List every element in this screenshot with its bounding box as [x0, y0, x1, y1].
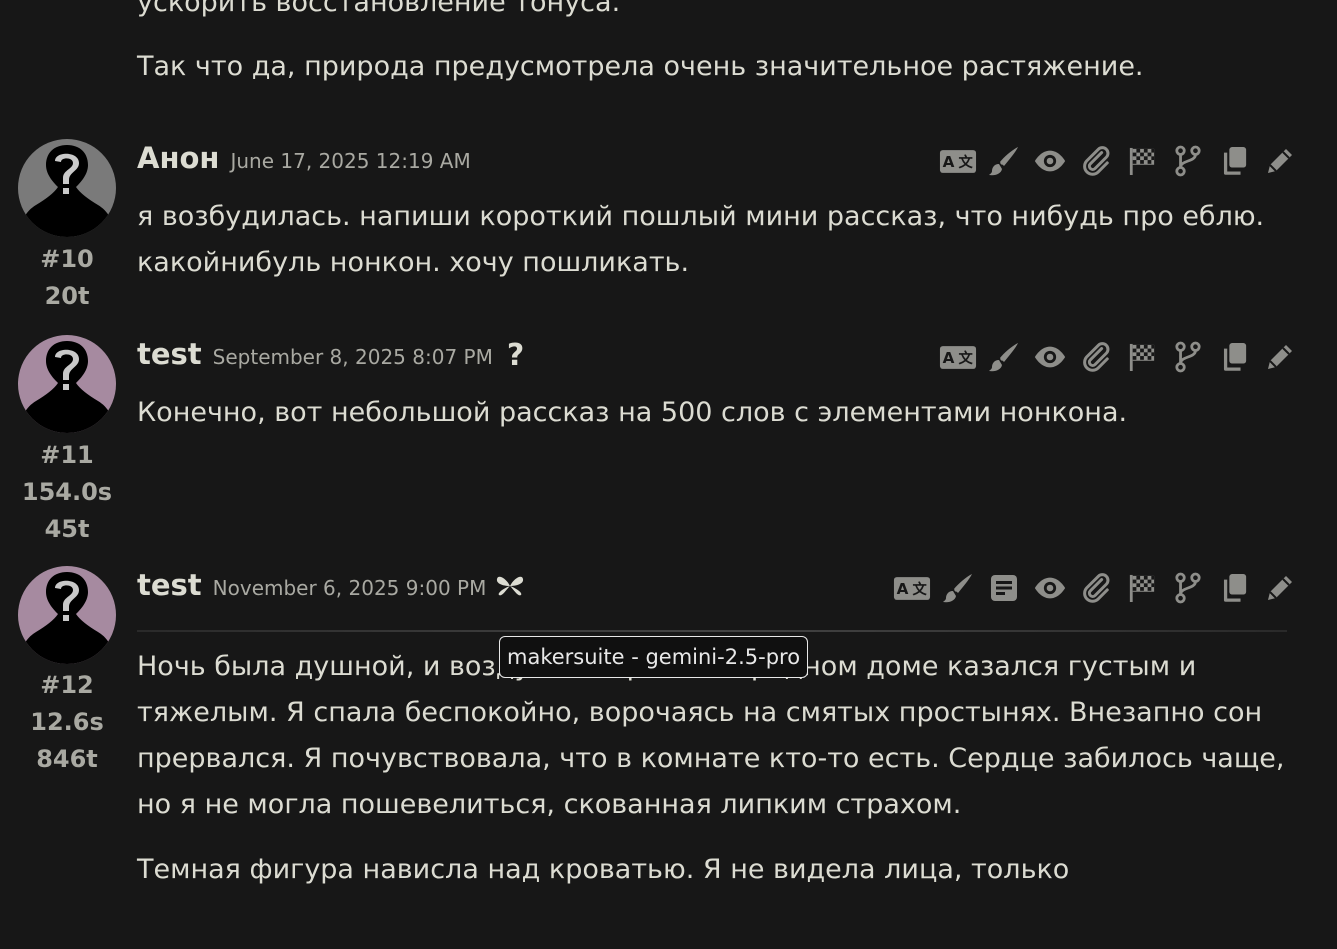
model-tooltip: makersuite - gemini-2.5-pro	[499, 636, 809, 678]
message-paragraph: я возбудилась. напиши короткий пошлый ми…	[137, 201, 1265, 278]
prev-message-partial-line: ускорить восстановление тонуса.	[137, 0, 621, 18]
timestamp: November 6, 2025 9:00 PM	[212, 576, 487, 600]
message-toolbar	[935, 338, 1303, 376]
message-body: я возбудилась. напиши короткий пошлый ми…	[137, 194, 1287, 286]
author-name: Анон	[137, 141, 220, 175]
avatar[interactable]	[18, 335, 116, 433]
eye-icon[interactable]	[1027, 142, 1073, 180]
message-header: test November 6, 2025 9:00 PM	[137, 568, 524, 608]
message-meta: #11 154.0s 45t	[18, 437, 116, 548]
author-name: test	[137, 337, 202, 371]
message-paragraph: Темная фигура нависла над кроватью. Я не…	[137, 854, 1070, 885]
message-header: test September 8, 2025 8:07 PM ?	[137, 337, 524, 377]
reasoning-icon[interactable]	[981, 569, 1027, 607]
pencil-icon[interactable]	[1257, 569, 1303, 607]
message-toolbar	[935, 142, 1303, 180]
token-count: 45t	[44, 515, 90, 543]
message-meta: #12 12.6s 846t	[18, 667, 116, 778]
generation-time: 154.0s	[21, 478, 113, 506]
message-paragraph: Конечно, вот небольшой рассказ на 500 сл…	[137, 397, 1128, 428]
generation-time: 12.6s	[30, 708, 104, 736]
message-index: #12	[40, 671, 94, 699]
checkered-flag-icon[interactable]	[1119, 142, 1165, 180]
message-body: Конечно, вот небольшой рассказ на 500 сл…	[137, 390, 1287, 436]
translate-icon[interactable]	[889, 569, 935, 607]
code-branch-icon[interactable]	[1165, 142, 1211, 180]
paint-brush-icon[interactable]	[935, 569, 981, 607]
timestamp: June 17, 2025 12:19 AM	[230, 149, 471, 173]
message-body: Ночь была душной, и воздух в старом заго…	[137, 644, 1287, 893]
code-branch-icon[interactable]	[1165, 338, 1211, 376]
copy-icon[interactable]	[1211, 338, 1257, 376]
token-count: 846t	[36, 745, 98, 773]
checkered-flag-icon[interactable]	[1119, 338, 1165, 376]
avatar[interactable]	[18, 566, 116, 664]
translate-icon[interactable]	[935, 142, 981, 180]
paint-brush-icon[interactable]	[981, 338, 1027, 376]
prev-message-last-paragraph: Так что да, природа предусмотрела очень …	[137, 51, 1144, 82]
pencil-icon[interactable]	[1257, 142, 1303, 180]
message-index: #10	[40, 245, 94, 273]
author-name: test	[137, 568, 202, 602]
token-count: 20t	[44, 282, 90, 310]
paperclip-icon[interactable]	[1073, 142, 1119, 180]
copy-icon[interactable]	[1211, 569, 1257, 607]
message-toolbar	[889, 569, 1303, 607]
message-header: Анон June 17, 2025 12:19 AM	[137, 141, 471, 181]
model-question-icon[interactable]: ?	[507, 338, 524, 373]
message-meta: #10 20t	[18, 241, 116, 315]
translate-icon[interactable]	[935, 338, 981, 376]
paperclip-icon[interactable]	[1073, 569, 1119, 607]
eye-icon[interactable]	[1027, 569, 1073, 607]
avatar[interactable]	[18, 139, 116, 237]
reasoning-divider	[137, 630, 1287, 632]
code-branch-icon[interactable]	[1165, 569, 1211, 607]
model-icon[interactable]	[496, 572, 524, 602]
message-index: #11	[40, 441, 94, 469]
checkered-flag-icon[interactable]	[1119, 569, 1165, 607]
eye-icon[interactable]	[1027, 338, 1073, 376]
paint-brush-icon[interactable]	[981, 142, 1027, 180]
timestamp: September 8, 2025 8:07 PM	[212, 345, 493, 369]
prev-message-tail: ускорить восстановление тонуса.	[137, 0, 1287, 26]
copy-icon[interactable]	[1211, 142, 1257, 180]
paperclip-icon[interactable]	[1073, 338, 1119, 376]
pencil-icon[interactable]	[1257, 338, 1303, 376]
